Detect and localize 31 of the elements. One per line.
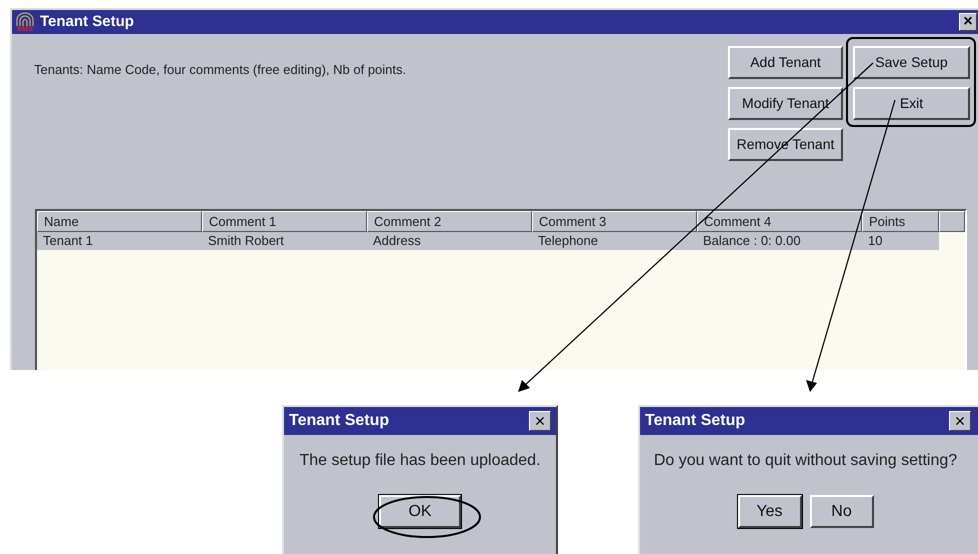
column-header[interactable]: Points — [862, 211, 939, 232]
table-cell-text: Telephone — [537, 232, 599, 250]
arch-icon — [15, 12, 35, 26]
column-header[interactable]: Comment 3 — [532, 211, 697, 232]
action-button[interactable]: Add Tenant — [728, 46, 843, 79]
dialog-button[interactable]: Yes — [738, 495, 802, 528]
dialog-message: The setup file has been uploaded. — [299, 451, 541, 471]
description-text: Tenants: Name Code, four comments (free editing), Nb of points. — [34, 61, 406, 79]
table-cell-text: 10 — [867, 232, 884, 250]
dialog-title: Tenant Setup — [645, 411, 746, 431]
column-header[interactable]: Name — [37, 211, 202, 232]
close-button[interactable]: × — [959, 13, 977, 31]
column-header[interactable]: Comment 4 — [697, 211, 862, 232]
table-cell-text: Address — [372, 232, 422, 250]
column-header[interactable]: Comment 2 — [367, 211, 532, 232]
table-row[interactable]: Tenant 1 Smith Robert Address Telephone Balance : 0: 0.00 10 — [37, 232, 939, 250]
close-button[interactable]: × — [529, 411, 551, 431]
close-button[interactable]: × — [949, 411, 971, 431]
table-cell-text: Tenant 1 — [42, 232, 94, 250]
action-button[interactable]: Exit — [853, 87, 970, 120]
action-button[interactable]: Modify Tenant — [728, 87, 843, 120]
dialog-button[interactable]: No — [810, 495, 874, 528]
action-button[interactable]: Save Setup — [853, 46, 970, 79]
table-cell-text: Balance : 0: 0.00 — [702, 232, 802, 250]
column-header[interactable]: Comment 1 — [202, 211, 367, 232]
table-cell-text: Smith Robert — [207, 232, 285, 250]
dialog-message: Do you want to quit without saving setting? — [654, 451, 958, 471]
dialog-button[interactable]: OK — [379, 495, 461, 528]
window-title: Tenant Setup — [40, 12, 134, 32]
column-header-blank — [939, 211, 965, 232]
dialog-title: Tenant Setup — [289, 411, 390, 431]
